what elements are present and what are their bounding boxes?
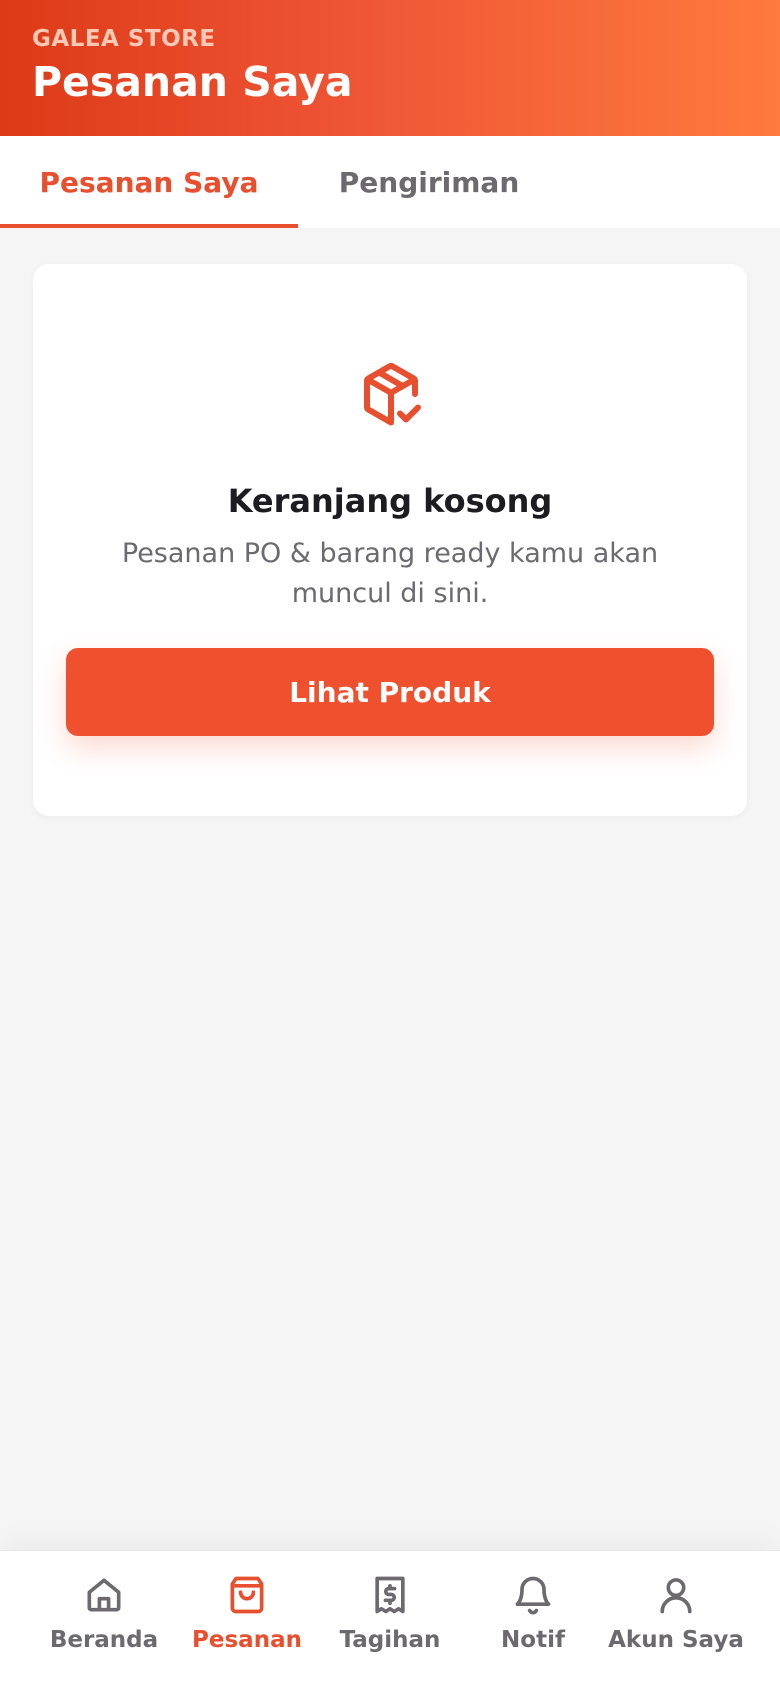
nav-item-akun-saya[interactable]: Akun Saya (598, 1551, 754, 1688)
tab-pengiriman[interactable]: Pengiriman (298, 136, 560, 228)
tab-pesanan-saya[interactable]: Pesanan Saya (0, 136, 298, 228)
nav-item-beranda[interactable]: Beranda (26, 1551, 182, 1688)
view-products-button[interactable]: Lihat Produk (66, 648, 714, 736)
user-icon (660, 1578, 692, 1614)
receipt-dollar-icon (375, 1576, 405, 1614)
empty-state-description: Pesanan PO & barang ready kamu akan munc… (121, 538, 659, 609)
bell-icon (515, 1576, 551, 1615)
shopping-bag-icon (230, 1576, 264, 1614)
nav-item-pesanan[interactable]: Pesanan (169, 1551, 325, 1688)
nav-label: Akun Saya (608, 1627, 744, 1653)
app: GALEA STORE Pesanan Saya Pesanan Saya Pe… (0, 0, 780, 1688)
empty-state-card: Keranjang kosong Pesanan PO & barang rea… (33, 264, 747, 816)
home-icon (87, 1578, 121, 1612)
empty-state-title: Keranjang kosong (227, 482, 553, 520)
nav-label: Pesanan (192, 1627, 302, 1653)
header: GALEA STORE Pesanan Saya (0, 0, 780, 136)
active-tab-indicator (0, 224, 298, 228)
nav-item-notif[interactable]: Notif (455, 1551, 611, 1688)
tab-bar: Pesanan Saya Pengiriman (0, 136, 780, 228)
nav-label: Beranda (49, 1627, 159, 1653)
nav-label: Notif (501, 1627, 565, 1653)
nav-item-tagihan[interactable]: Tagihan (312, 1551, 468, 1688)
package-check-icon (364, 363, 421, 426)
page-title: Pesanan Saya (32, 58, 353, 106)
bottom-navigation: Beranda Pesanan Tagihan Notif Akun Saya (0, 1550, 780, 1688)
store-brand: GALEA STORE (32, 26, 216, 52)
nav-label: Tagihan (339, 1627, 441, 1653)
